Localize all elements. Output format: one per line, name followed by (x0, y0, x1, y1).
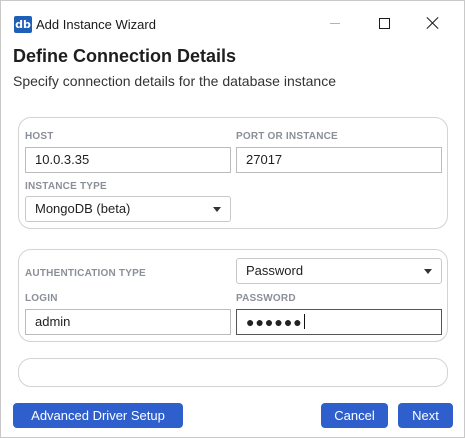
close-icon (427, 17, 439, 29)
chevron-down-icon (213, 207, 221, 212)
window-title: Add Instance Wizard (36, 17, 156, 32)
host-input[interactable]: 10.0.3.35 (25, 147, 231, 173)
app-logo-icon: db (14, 16, 32, 33)
auth-type-value: Password (246, 263, 304, 278)
page-subtitle: Specify connection details for the datab… (13, 73, 336, 89)
instance-type-label: INSTANCE TYPE (25, 181, 107, 192)
chevron-down-icon (424, 269, 432, 274)
password-input[interactable]: ●●●●●● (236, 309, 442, 335)
login-label: LOGIN (25, 293, 58, 304)
cancel-button[interactable]: Cancel (321, 403, 388, 428)
connection-group: HOST 10.0.3.35 PORT OR INSTANCE 27017 IN… (18, 117, 448, 229)
maximize-button[interactable] (362, 9, 406, 37)
host-label: HOST (25, 131, 54, 142)
instance-type-select[interactable]: MongoDB (beta) (25, 196, 231, 222)
next-button[interactable]: Next (398, 403, 453, 428)
minimize-button[interactable] (313, 9, 357, 37)
maximize-icon (378, 17, 390, 29)
advanced-driver-setup-button[interactable]: Advanced Driver Setup (13, 403, 183, 428)
title-bar[interactable]: db Add Instance Wizard (1, 1, 464, 41)
auth-type-label: AUTHENTICATION TYPE (25, 268, 146, 279)
text-cursor (303, 314, 305, 329)
password-value: ●●●●●● (246, 314, 303, 330)
port-input[interactable]: 27017 (236, 147, 442, 173)
auth-type-select[interactable]: Password (236, 258, 442, 284)
password-label: PASSWORD (236, 293, 296, 304)
extra-options-group (18, 358, 448, 387)
wizard-window: db Add Instance Wizard Define Connection… (0, 0, 465, 438)
minimize-icon (330, 22, 340, 24)
login-input[interactable]: admin (25, 309, 231, 335)
port-label: PORT OR INSTANCE (236, 131, 338, 142)
authentication-group: AUTHENTICATION TYPE Password LOGIN admin… (18, 249, 448, 342)
close-button[interactable] (411, 9, 455, 37)
instance-type-value: MongoDB (beta) (35, 201, 131, 216)
page-title: Define Connection Details (13, 46, 237, 66)
